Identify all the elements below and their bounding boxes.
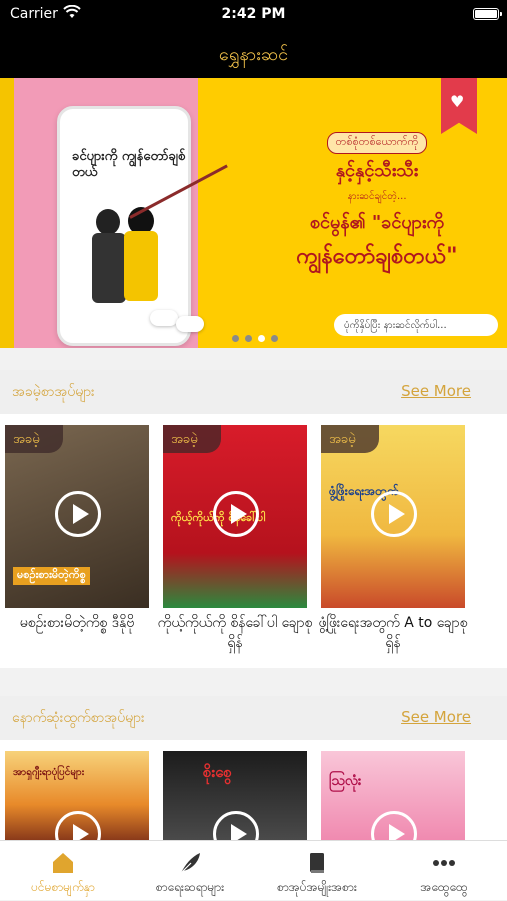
free-badge: အခမဲ့ <box>163 425 221 453</box>
book-cover[interactable]: ဖွံ့ဖြိုးရေးအတွက် အခမဲ့ <box>321 425 465 608</box>
play-icon[interactable] <box>371 811 417 840</box>
book-cover[interactable]: မစဥ်းစားမိတဲ့ကိစ္စ အခမဲ့ <box>5 425 149 608</box>
battery-icon <box>473 8 502 20</box>
tab-authors[interactable]: စာရေးဆရာများ <box>127 841 253 901</box>
book-cover[interactable]: စိုးစွေ <box>163 751 307 840</box>
promo-text: တစ်စုံတစ်ယောက်ကို နှင့်နှင့်သီးသီး နားဆင… <box>262 130 492 274</box>
page-title: ရွှေနားဆင် <box>218 44 289 65</box>
bookmark-heart-icon: ♥ <box>441 78 477 134</box>
free-badge: အခမဲ့ <box>5 425 63 453</box>
cover-title: မစဥ်းစားမိတဲ့ကိစ္စ <box>13 567 90 585</box>
play-icon[interactable] <box>213 811 259 840</box>
play-icon[interactable] <box>213 491 259 537</box>
section-header: အခမဲ့စာအုပ်များ See More <box>0 370 507 414</box>
book-icon <box>310 853 324 873</box>
carousel-dot[interactable] <box>271 335 278 342</box>
couple-illustration <box>88 205 166 315</box>
see-more-link[interactable]: See More <box>401 382 471 400</box>
promo-line-3: နားဆင်ချင်တဲ့... <box>347 191 407 202</box>
tab-label: အထွေထွေ <box>420 880 468 894</box>
cover-title: အာရှဂျီးရာပုံပြင်များ <box>13 767 85 778</box>
section-title: အခမဲ့စာအုပ်များ <box>12 384 95 400</box>
tab-home[interactable]: ပင်မစာမျက်နှာ <box>0 841 126 901</box>
free-books-section: အခမဲ့စာအုပ်များ See More မစဥ်းစားမိတဲ့ကိ… <box>0 370 507 668</box>
tab-categories[interactable]: စာအုပ်အမျိုးအစား <box>254 841 380 901</box>
more-icon <box>433 860 455 866</box>
navigation-bar: ရွှေနားဆင် <box>0 30 507 78</box>
tab-label: စာရေးဆရာများ <box>155 880 225 894</box>
cover-title: စိုးစွေ <box>203 763 232 781</box>
book-caption[interactable]: ဖွံ့ဖြိုးရေးအတွက် A to ချောစုရှိန် <box>311 613 475 654</box>
clock: 2:42 PM <box>221 6 286 22</box>
tab-label: ပင်မစာမျက်နှာ <box>31 880 95 894</box>
section-title: နောက်ဆုံးထွက်စာအုပ်များ <box>12 710 145 726</box>
book-caption[interactable]: မစဥ်းစားမိတဲ့ကိစ္စ ဒီနိုဗို <box>0 613 159 633</box>
latest-books-section: နောက်ဆုံးထွက်စာအုပ်များ See More အာရှဂျီ… <box>0 696 507 840</box>
banner-edge <box>0 78 14 348</box>
home-icon <box>53 853 73 873</box>
earbuds-image <box>150 304 210 332</box>
status-bar: Carrier 2:42 PM <box>0 0 507 30</box>
free-badge: အခမဲ့ <box>321 425 379 453</box>
promo-line-2: နှင့်နှင့်သီးသီး <box>335 160 419 181</box>
section-header: နောက်ဆုံးထွက်စာအုပ်များ See More <box>0 696 507 740</box>
play-icon[interactable] <box>55 811 101 840</box>
promo-line-1: တစ်စုံတစ်ယောက်ကို <box>326 132 428 154</box>
tab-more[interactable]: အထွေထွေ <box>381 841 507 901</box>
play-icon[interactable] <box>371 491 417 537</box>
promo-line-4: စင်မွန်၏ "ခင်ပျားကို <box>309 212 445 233</box>
book-cover[interactable]: ကိုယ့်ကိုယ်ကို စိန်ခေါ်ပါ အခမဲ့ <box>163 425 307 608</box>
cover-title: ဩလုံး <box>329 773 362 789</box>
carousel-page-indicator[interactable] <box>232 327 292 342</box>
book-cover[interactable]: အာရှဂျီးရာပုံပြင်များ <box>5 751 149 840</box>
tab-label: စာအုပ်အမျိုးအစား <box>277 880 357 894</box>
tab-bar: ပင်မစာမျက်နှာ စာရေးဆရာများ စာအုပ်အမျိုးအ… <box>0 840 507 900</box>
carousel-dot[interactable] <box>232 335 239 342</box>
book-cover[interactable]: ဩလုံး <box>321 751 465 840</box>
play-icon[interactable] <box>55 491 101 537</box>
banner-caption: ပုံကိုနှိပ်ပြီး နားဆင်လိုက်ပါ... <box>334 314 498 336</box>
carousel-dot-active[interactable] <box>258 335 265 342</box>
carousel-dot[interactable] <box>245 335 252 342</box>
book-caption[interactable]: ကိုယ့်ကိုယ်ကို စိန်ခေါ်ပါ ချောစုရှိန် <box>153 613 317 654</box>
promo-line-5: ကျွန်တော်ချစ်တယ်" <box>296 244 458 269</box>
phone-book-title: ခင်ပျားကို ကျွန်တော်ချစ်တယ် <box>72 149 186 180</box>
promo-banner[interactable]: ခင်ပျားကို ကျွန်တော်ချစ်တယ် ♥ တစ်စုံတစ်ယ… <box>0 78 507 348</box>
feather-icon <box>180 853 200 874</box>
see-more-link[interactable]: See More <box>401 708 471 726</box>
